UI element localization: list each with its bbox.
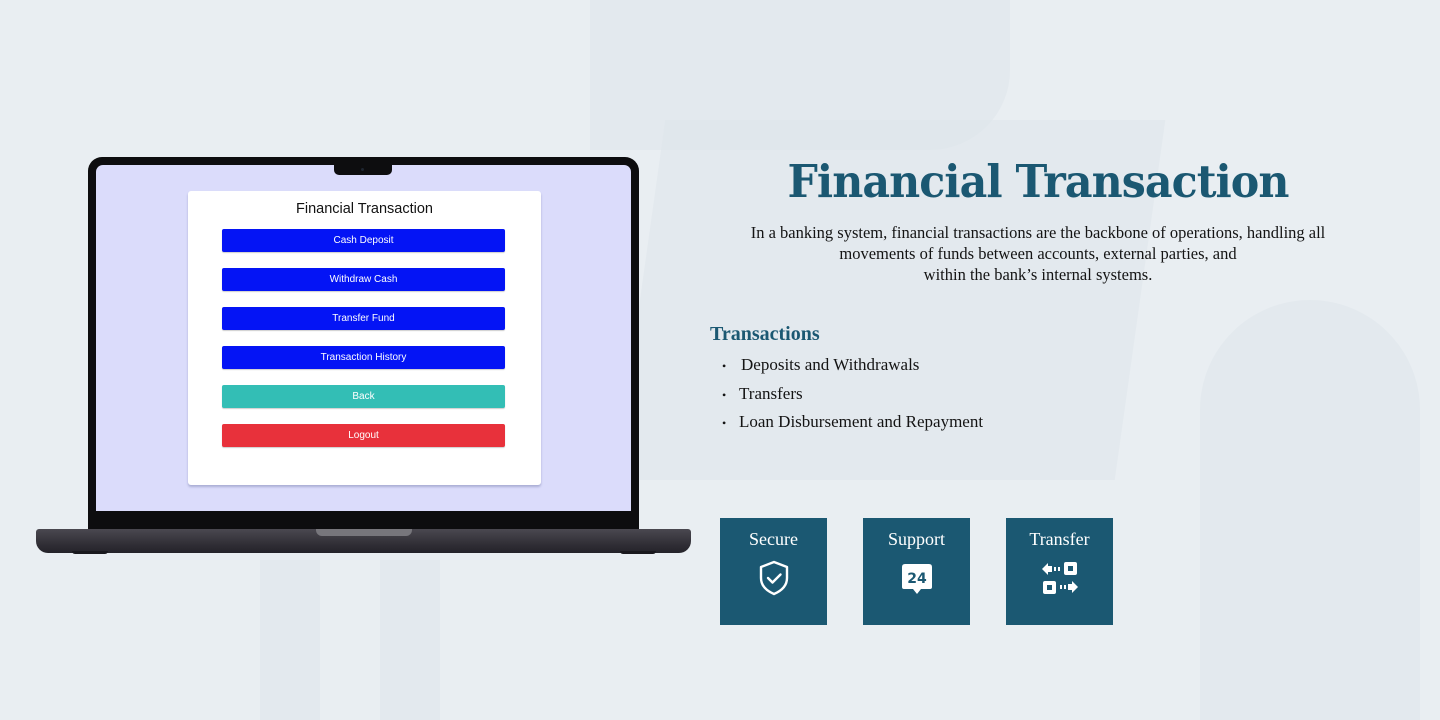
back-button[interactable]: Back xyxy=(222,385,505,408)
hero-description: In a banking system, financial transacti… xyxy=(700,222,1376,285)
cash-deposit-button[interactable]: Cash Deposit xyxy=(222,229,505,252)
transaction-history-button[interactable]: Transaction History xyxy=(222,346,505,369)
bullet-icon: • xyxy=(722,387,727,402)
hero-description-line: In a banking system, financial transacti… xyxy=(750,223,1326,242)
list-item-text: Deposits and Withdrawals xyxy=(741,355,920,374)
hero-description-line: movements of funds between accounts, ext… xyxy=(839,244,1237,263)
feature-label: Transfer xyxy=(1029,529,1090,549)
logout-button[interactable]: Logout xyxy=(222,424,505,447)
laptop-foot-right xyxy=(620,551,656,554)
support-24-icon: 24 xyxy=(901,564,932,594)
list-item: • Transfers xyxy=(722,384,983,413)
list-item-text: Loan Disbursement and Repayment xyxy=(739,412,984,431)
laptop-base xyxy=(36,529,691,553)
list-item: • Loan Disbursement and Repayment xyxy=(722,412,983,441)
transfer-fund-button[interactable]: Transfer Fund xyxy=(222,307,505,330)
laptop-foot-left xyxy=(72,551,108,554)
feature-label: Support xyxy=(887,529,945,549)
feature-label: Secure xyxy=(749,529,798,549)
feature-tile-transfer: Transfer xyxy=(1006,518,1113,625)
laptop-lid: Financial Transaction Cash Deposit Withd… xyxy=(88,157,639,531)
transaction-menu-card: Financial Transaction Cash Deposit Withd… xyxy=(188,191,541,485)
list-item-text: Transfers xyxy=(739,383,803,403)
transactions-heading: Transactions xyxy=(710,323,820,345)
laptop-mockup: Financial Transaction Cash Deposit Withd… xyxy=(36,157,691,557)
transactions-list: • Deposits and Withdrawals • Transfers • Lo… xyxy=(722,355,983,441)
svg-text:24: 24 xyxy=(907,571,927,587)
feature-tile-support: Support 24 xyxy=(863,518,970,625)
camera-notch xyxy=(334,165,392,175)
feature-tile-secure: Secure xyxy=(720,518,827,625)
list-item: • Deposits and Withdrawals xyxy=(722,355,983,384)
laptop-screen: Financial Transaction Cash Deposit Withd… xyxy=(96,165,631,511)
transfer-arrows-icon xyxy=(1041,562,1078,594)
hero-title: Financial Transaction xyxy=(787,155,1289,208)
bullet-icon: • xyxy=(722,416,727,430)
laptop-hinge-notch xyxy=(316,529,412,536)
camera-icon xyxy=(361,168,364,171)
app-title: Financial Transaction xyxy=(295,201,433,217)
bullet-icon: • xyxy=(722,359,727,373)
shield-check-icon xyxy=(759,560,788,596)
withdraw-cash-button[interactable]: Withdraw Cash xyxy=(222,268,505,291)
hero-description-line: within the bank’s internal systems. xyxy=(923,265,1153,284)
